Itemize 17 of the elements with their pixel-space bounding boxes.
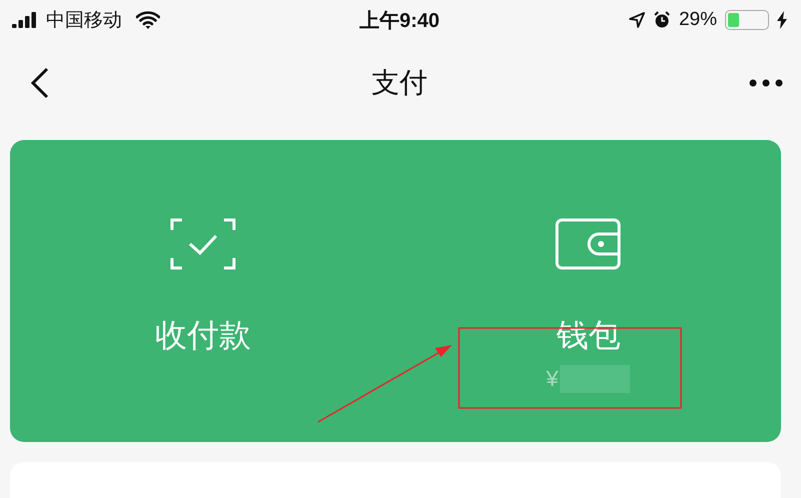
page-title: 支付 [370,66,428,100]
battery-percent: 29% [678,9,717,31]
clock-time: 上午9:40 [359,8,440,34]
carrier-name: 中国移动 [46,9,122,33]
alarm-icon [652,11,671,29]
location-icon [628,12,645,28]
signal-icon [12,12,38,28]
scan-check-icon[interactable] [170,218,236,270]
battery-icon [725,10,769,30]
card-label[interactable]: 钱包 [556,314,620,358]
card-label[interactable]: 收付款 [154,314,251,358]
wifi-icon [136,11,160,29]
more-icon[interactable] [749,78,783,86]
wallet-icon[interactable] [555,218,622,270]
charging-icon [777,11,787,29]
balance-amount: ¥ [546,366,558,392]
back-icon[interactable] [30,66,50,98]
